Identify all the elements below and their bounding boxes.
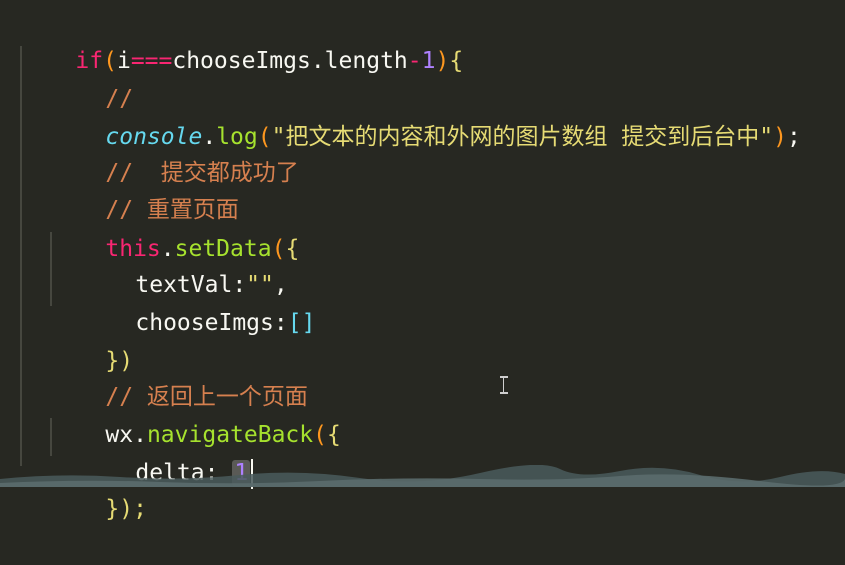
- code-line-7[interactable]: textVal:"",: [80, 230, 287, 298]
- code-editor[interactable]: if(i===chooseImgs.length-1){ // console.…: [0, 0, 845, 522]
- code-line-10[interactable]: // 返回上一个页面: [50, 342, 308, 410]
- code-line-11[interactable]: wx.navigateBack({: [50, 380, 340, 448]
- token-minus: -: [407, 48, 422, 74]
- code-line-2[interactable]: //: [50, 44, 133, 112]
- token-string: "把文本的内容和外网的图片数组 提交到后台中": [271, 124, 774, 150]
- decorative-wave-overlay: [0, 465, 845, 487]
- token-key-chooseimgs: chooseImgs:: [135, 310, 288, 336]
- token-close: });: [105, 496, 147, 522]
- code-line-6[interactable]: this.setData({: [50, 194, 299, 262]
- code-line-4[interactable]: // 提交都成功了: [50, 118, 298, 186]
- token-number-1: 1: [421, 48, 436, 74]
- code-line-12[interactable]: delta: 1: [80, 418, 254, 489]
- token-brace-open: {: [449, 48, 464, 74]
- code-line-1[interactable]: if(i===chooseImgs.length-1){: [20, 6, 463, 74]
- code-line-3[interactable]: console.log("把文本的内容和外网的图片数组 提交到后台中");: [50, 82, 800, 150]
- i-beam-pointer-icon: [500, 376, 508, 394]
- code-line-9[interactable]: }): [50, 306, 133, 374]
- token-paren-open: (: [313, 422, 327, 448]
- token-strict-equal: ===: [130, 48, 173, 74]
- code-line-5[interactable]: // 重置页面: [50, 155, 239, 223]
- token-paren-close: ): [435, 48, 450, 74]
- token-semicolon: ;: [787, 124, 801, 150]
- code-line-8[interactable]: chooseImgs:[]: [80, 268, 315, 336]
- token-choose-imgs-length: chooseImgs.length: [172, 48, 408, 74]
- token-paren-close: ): [773, 124, 787, 150]
- token-empty-array: []: [287, 310, 316, 336]
- token-brace-open: {: [326, 422, 341, 448]
